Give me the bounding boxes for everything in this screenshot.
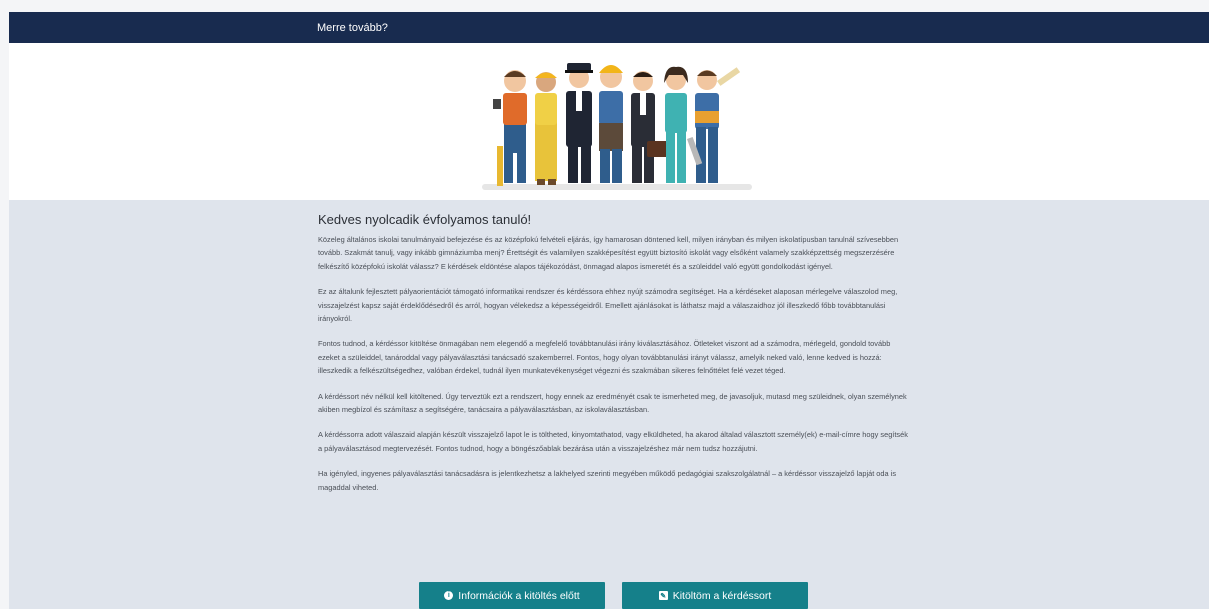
intro-paragraph: Fontos tudnod, a kérdéssor kitöltése önm… [318,339,891,376]
intro-paragraph: A kérdéssorra adott válaszaid alapján ké… [318,430,908,453]
intro-paragraph: Közeleg általános iskolai tanulmányaid b… [318,235,899,271]
header-title: Merre tovább? [317,21,388,34]
professions-group-illustration [482,63,752,190]
page-frame: Merre tovább? Kedves nyolcadik évfolyamo… [9,12,1209,609]
top-header-bar: Merre tovább? [9,12,1209,43]
info-button-label: Információk a kitöltés előtt [458,589,580,602]
edit-square-icon: ✎ [658,591,668,600]
start-questionnaire-button[interactable]: ✎ Kitöltöm a kérdéssort [622,582,808,609]
intro-paragraph: A kérdéssort név nélkül kell kitöltened.… [318,391,907,415]
info-circle-icon: i [444,591,454,600]
action-buttons: i Információk a kitöltés előtt ✎ Kitöltö… [9,582,1209,609]
intro-heading: Kedves nyolcadik évfolyamos tanuló! [318,212,532,227]
intro-paragraph: Ha igényled, ingyenes pályaválasztási ta… [318,469,897,492]
intro-paragraph: Ez az általunk fejlesztett pályaorientác… [318,287,898,324]
intro-content: Kedves nyolcadik évfolyamos tanuló! Köze… [318,212,913,506]
hero-banner [9,43,1209,200]
start-button-label: Kitöltöm a kérdéssort [672,589,772,602]
info-before-filling-button[interactable]: i Információk a kitöltés előtt [419,582,605,609]
